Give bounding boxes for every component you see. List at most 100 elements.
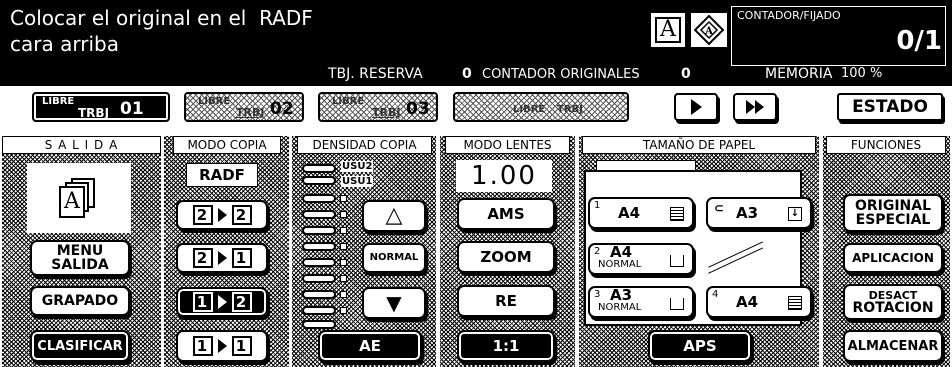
status-originals: CONTADOR ORIGINALES: [482, 67, 640, 82]
one-to-one-button[interactable]: 1:1: [457, 330, 555, 362]
tray-2-number: 2: [594, 246, 601, 257]
status-memory: MEMORIA: [765, 66, 833, 82]
copy-mode-2-1-from: 2: [192, 248, 213, 268]
tray-3-number: 3: [594, 289, 601, 300]
message-line-2: cara arriba: [10, 32, 119, 56]
job-tab-2-trbj: TRBJ: [236, 106, 265, 119]
stacked-pages-icon: A: [59, 178, 99, 218]
usu2-label: USU2: [341, 161, 374, 172]
menu-salida-line1: MENU: [56, 243, 104, 259]
header-salida: S A L I D A: [2, 136, 161, 154]
job-tab-2-label: LIBRE: [198, 96, 231, 107]
tray-1-size: A4: [618, 203, 641, 222]
original-a-icon: A: [651, 13, 685, 47]
header-lentes: MODO LENTES: [445, 136, 570, 154]
copy-mode-1-2[interactable]: 12: [176, 287, 268, 317]
job-tab-3-num: 03: [406, 99, 430, 119]
play-button[interactable]: [674, 93, 718, 121]
message-line-1: Colocar el original en el RADF: [10, 6, 313, 30]
counter-value: 0/1: [896, 26, 942, 56]
copy-mode-2-2-to: 2: [231, 205, 252, 225]
zoom-value: 1.00: [456, 160, 552, 192]
fast-forward-button[interactable]: [733, 93, 777, 121]
header-funciones: FUNCIONES: [826, 136, 946, 154]
copy-mode-1-1-from: 1: [192, 336, 213, 356]
copy-mode-1-1[interactable]: 11: [176, 330, 268, 362]
desact-rotacion-button[interactable]: DESACT ROTACION: [843, 284, 943, 320]
tray-3-type: NORMAL: [598, 302, 642, 313]
fast-forward-icon: [746, 100, 764, 114]
density-darker-button[interactable]: ▼: [362, 287, 426, 319]
paper-stack-icon: [670, 207, 684, 221]
paper-tray-icon: [670, 298, 684, 310]
re-button[interactable]: RE: [457, 285, 555, 317]
radf-label: RADF: [186, 163, 258, 187]
paper-feed-icon: ↓: [788, 207, 802, 221]
tray-2-button[interactable]: 2 A4 NORMAL: [588, 243, 694, 275]
job-tab-2[interactable]: LIBRE TRBJ 02: [184, 92, 304, 122]
copy-mode-2-2-from: 2: [192, 205, 213, 225]
copy-mode-1-2-to: 2: [231, 292, 252, 312]
counter-label: CONTADOR/FIJADO: [737, 9, 841, 22]
copy-mode-1-1-to: 1: [231, 336, 252, 356]
arrow-icon: [217, 339, 227, 353]
job-tab-4-label: LIBRE: [513, 104, 546, 115]
clasificar-button[interactable]: CLASIFICAR: [30, 330, 130, 362]
density-normal-button[interactable]: NORMAL: [362, 243, 426, 273]
density-lighter-button[interactable]: △: [362, 200, 426, 232]
job-tab-1-label: LIBRE: [42, 96, 75, 107]
bypass-size: A3: [736, 203, 759, 222]
grapado-button[interactable]: GRAPADO: [30, 286, 130, 316]
output-mode-display: A: [27, 163, 131, 233]
status-reserve: TBJ. RESERVA: [328, 66, 423, 82]
original-especial-line2: ESPECIAL: [855, 212, 931, 228]
usu1-label: USU1: [341, 176, 374, 187]
copy-mode-2-1-to: 1: [231, 248, 252, 268]
zoom-button[interactable]: ZOOM: [457, 241, 555, 273]
arrow-icon: [217, 251, 227, 265]
tray-1-number: 1: [594, 200, 601, 211]
tray-4-number: 4: [712, 289, 719, 300]
job-tab-1[interactable]: LIBRE TRBJ 01: [32, 92, 170, 122]
ae-button[interactable]: AE: [318, 330, 422, 362]
arrow-icon: [217, 295, 227, 309]
tray-4-button[interactable]: 4 A4: [706, 286, 812, 318]
copy-mode-1-2-from: 1: [192, 292, 213, 312]
play-icon: [690, 99, 702, 115]
job-tab-4[interactable]: LIBRE TRBJ: [453, 92, 629, 122]
estado-button[interactable]: ESTADO: [837, 93, 943, 121]
original-especial-button[interactable]: ORIGINAL ESPECIAL: [843, 194, 943, 232]
paper-tray-icon: [670, 255, 684, 267]
aplicacion-button[interactable]: APLICACION: [843, 243, 943, 273]
job-tab-3-label: LIBRE: [332, 96, 365, 107]
tray-2-type: NORMAL: [598, 259, 642, 270]
bypass-tray-button[interactable]: ⊂ A3 ↓: [706, 197, 812, 229]
header-densidad: DENSIDAD COPIA: [297, 136, 432, 154]
svg-text:A: A: [704, 26, 713, 37]
almacenar-button[interactable]: ALMACENAR: [843, 330, 943, 362]
menu-salida-button[interactable]: MENU SALIDA: [30, 240, 130, 276]
job-tab-1-num: 01: [120, 99, 144, 119]
tray-4-size: A4: [736, 292, 759, 311]
menu-salida-line2: SALIDA: [51, 257, 109, 273]
header-papel: TAMAÑO DE PAPEL: [582, 136, 816, 154]
tray-3-size: A3: [610, 286, 633, 304]
tray-3-button[interactable]: 3 A3 NORMAL: [588, 286, 694, 318]
status-reserve-value: 0: [462, 66, 472, 82]
job-tab-3-trbj: TRBJ: [372, 106, 401, 119]
job-tab-4-trbj: TRBJ: [557, 104, 583, 115]
bypass-icon: ⊂: [714, 201, 725, 215]
desact-line2: ROTACION: [852, 299, 934, 316]
job-tab-2-num: 02: [270, 99, 294, 119]
copy-mode-2-2[interactable]: 22: [176, 200, 268, 230]
job-tab-3[interactable]: LIBRE TRBJ 03: [318, 92, 438, 122]
ams-button[interactable]: AMS: [457, 198, 555, 230]
aps-button[interactable]: APS: [648, 330, 752, 362]
original-especial-line1: ORIGINAL: [854, 198, 932, 214]
arrow-icon: [217, 208, 227, 222]
job-tab-1-trbj: TRBJ: [78, 106, 110, 120]
paper-stack-icon: [788, 296, 802, 310]
copy-mode-2-1[interactable]: 21: [176, 243, 268, 273]
tray-1-button[interactable]: 1 A4: [588, 197, 694, 229]
rotation-a-icon: A: [691, 13, 727, 47]
